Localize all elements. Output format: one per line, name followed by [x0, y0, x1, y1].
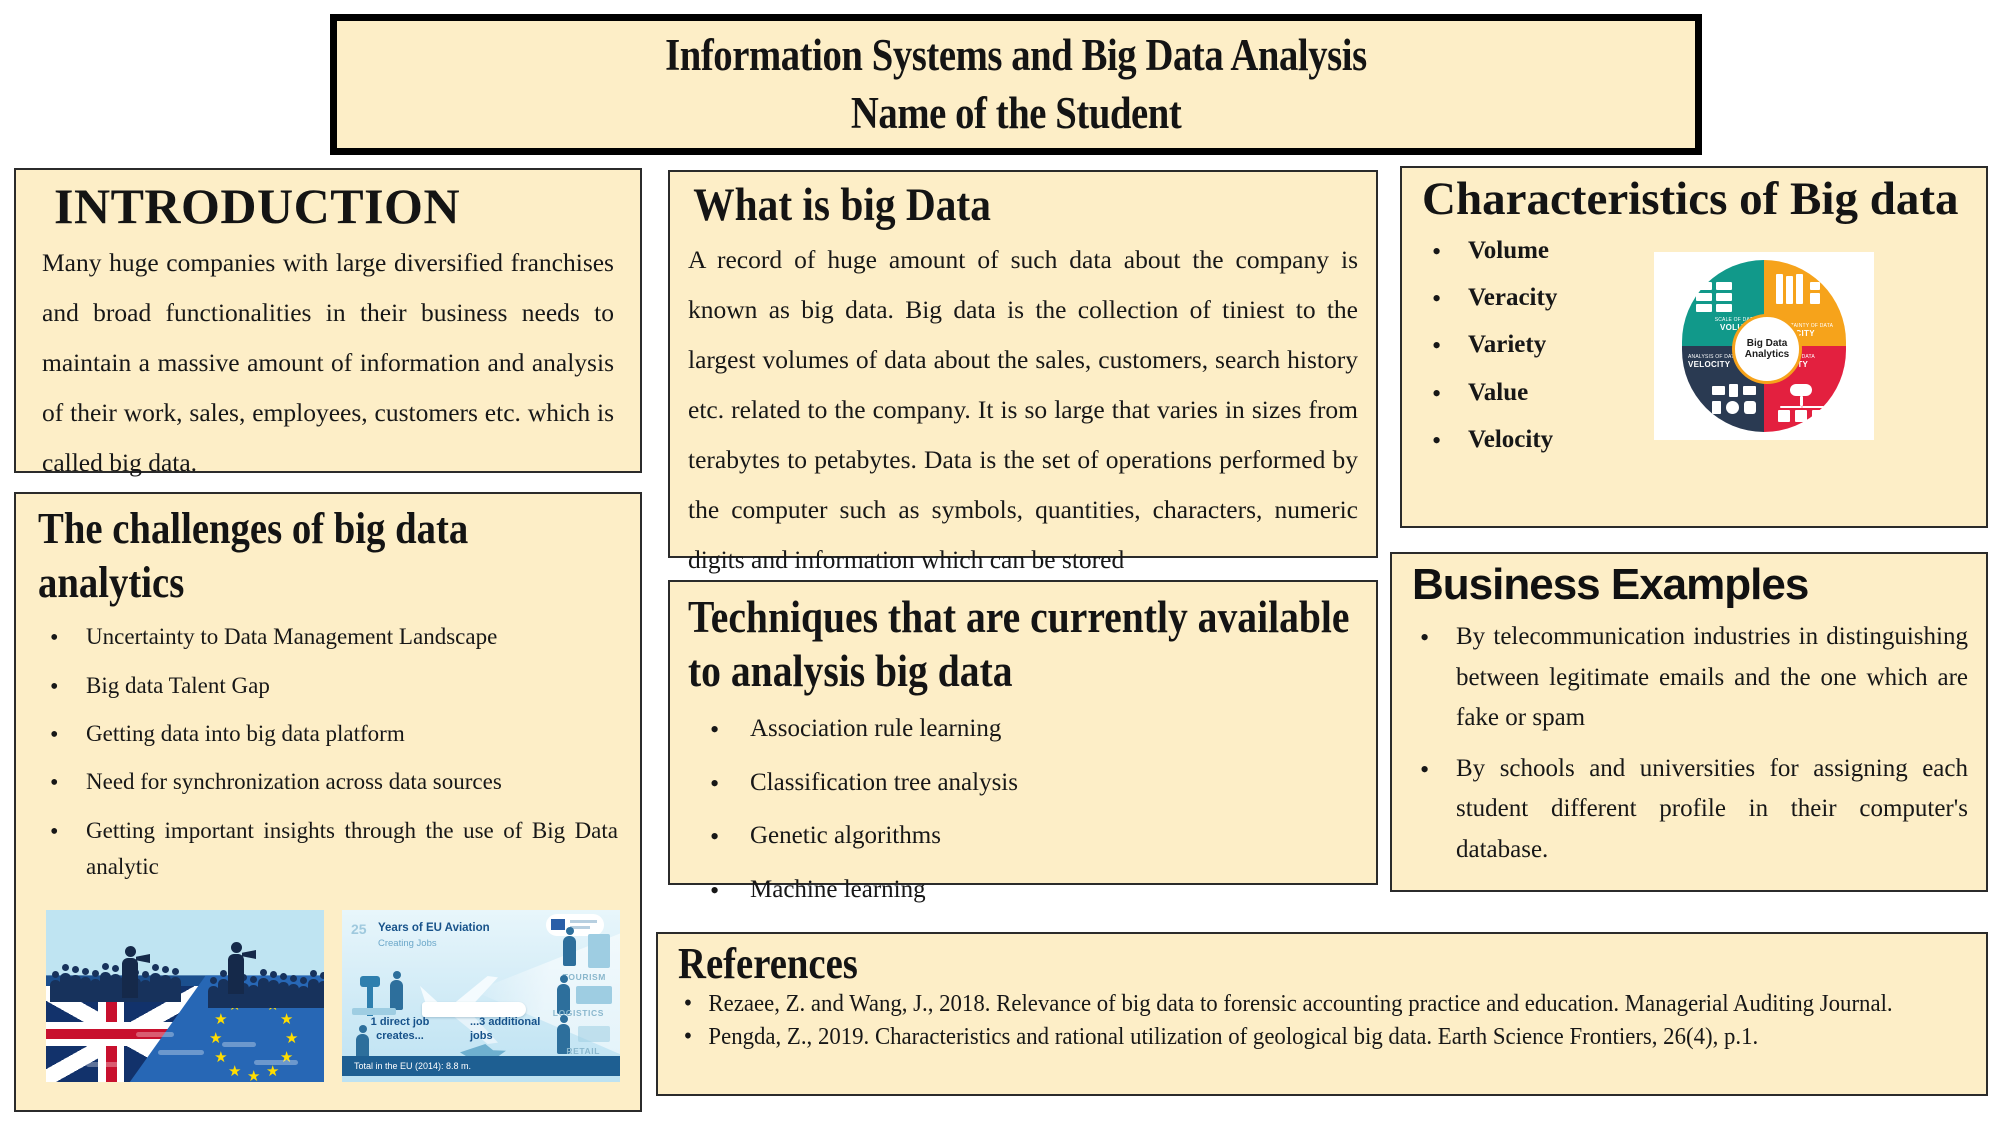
business-examples-panel: Business Examples By telecommunication i…	[1390, 552, 1988, 892]
list-item: By telecommunication industries in disti…	[1410, 617, 1968, 739]
retail-icon	[578, 1026, 610, 1042]
runway-shape	[352, 1008, 396, 1015]
aviation-subtitle: Creating Jobs	[378, 938, 437, 949]
list-item: Pengda, Z., 2019. Characteristics and ra…	[678, 1022, 1993, 1053]
wave-line	[222, 1042, 256, 1047]
business-examples-heading: Business Examples	[1412, 560, 1809, 609]
what-is-big-data-paragraph: A record of huge amount of such data abo…	[688, 245, 1358, 575]
introduction-heading: INTRODUCTION	[54, 178, 461, 234]
challenges-list: Uncertainty to Data Management Landscape…	[38, 619, 618, 885]
crowd-left-group	[50, 963, 181, 1002]
business-examples-list: By telecommunication industries in disti…	[1410, 617, 1968, 870]
poster-title-line-1: Information Systems and Big Data Analysi…	[665, 29, 1367, 80]
list-item: Getting important insights through the u…	[38, 813, 618, 886]
list-item: Need for synchronization across data sou…	[38, 764, 618, 803]
aviation-label-retail: RETAIL	[566, 1046, 600, 1056]
references-heading: References	[678, 939, 858, 988]
speaker-left-figure	[122, 946, 138, 998]
eu-badge-cloud-icon	[546, 914, 604, 936]
brexit-illustration-image: ★★★★★★★★★★★★	[46, 910, 324, 1082]
list-item: Uncertainty to Data Management Landscape	[38, 619, 618, 658]
wave-line	[254, 1060, 298, 1065]
characteristics-heading: Characteristics of Big data	[1422, 173, 1959, 225]
techniques-panel: Techniques that are currently available …	[668, 580, 1378, 909]
person-figure	[563, 927, 576, 966]
list-item: Rezaee, Z. and Wang, J., 2018. Relevance…	[678, 989, 1993, 1020]
eu-stars-icon: ★★★★★★★★★★★★	[209, 994, 299, 1083]
wheel-center-label: Big Data Analytics	[1732, 314, 1802, 384]
person-figure	[390, 971, 403, 1010]
introduction-paragraph: Many huge companies with large diversifi…	[42, 248, 614, 477]
challenges-image-row: ★★★★★★★★★★★★ 25 Years of EU Aviation Cre…	[46, 910, 620, 1082]
aviation-label-tourism: TOURISM	[562, 972, 606, 982]
wheel-center-line-1: Big Data	[1746, 337, 1788, 349]
wheel-center-line-2: Analytics	[1744, 349, 1790, 360]
crowd-right-group	[208, 969, 324, 1008]
wave-line	[86, 1062, 120, 1067]
list-item: Genetic algorithms	[688, 817, 1358, 856]
introduction-panel: INTRODUCTION Many huge companies with la…	[14, 168, 642, 477]
list-item: Machine learning	[688, 871, 1358, 910]
person-figure	[356, 1025, 369, 1058]
challenges-heading: The challenges of big data analytics	[38, 504, 469, 607]
logistics-icon	[576, 986, 612, 1004]
wave-line	[158, 1050, 204, 1055]
aviation-right-text: ...3 additional jobs	[470, 1016, 541, 1042]
references-panel: References Rezaee, Z. and Wang, J., 2018…	[656, 932, 1988, 1096]
wave-line	[136, 1032, 174, 1037]
poster-title-line-2: Name of the Student	[850, 87, 1182, 138]
what-is-big-data-panel: What is big Data A record of huge amount…	[668, 170, 1378, 574]
eu-aviation-infographic-image: 25 Years of EU Aviation Creating Jobs 1 …	[342, 910, 620, 1082]
techniques-heading: Techniques that are currently available …	[688, 592, 1350, 696]
list-item: Classification tree analysis	[688, 764, 1358, 803]
speaker-right-figure	[228, 942, 244, 994]
list-item: Association rule learning	[688, 710, 1358, 749]
building-icon	[588, 934, 610, 968]
what-is-big-data-heading: What is big Data	[693, 179, 991, 231]
techniques-list: Association rule learning Classification…	[688, 710, 1358, 910]
aviation-title: Years of EU Aviation	[378, 922, 490, 934]
aviation-footer-total: Total in the EU (2014): 8.8 m.	[342, 1056, 620, 1076]
list-item: By schools and universities for assignin…	[1410, 749, 1968, 871]
big-data-analytics-wheel-diagram: SCALE OF DATA VOLUME UNCERTAINTY OF DATA…	[1654, 252, 1874, 440]
list-item: Big data Talent Gap	[38, 668, 618, 707]
list-item: Getting data into big data platform	[38, 716, 618, 755]
references-list: Rezaee, Z. and Wang, J., 2018. Relevance…	[678, 989, 1966, 1053]
aviation-badge: 25	[351, 921, 367, 937]
poster-title-banner: Information Systems and Big Data Analysi…	[330, 14, 1702, 155]
wheel-stage: SCALE OF DATA VOLUME UNCERTAINTY OF DATA…	[1682, 260, 1846, 432]
characteristics-panel: Characteristics of Big data Volume Verac…	[1400, 166, 1988, 528]
challenges-panel: The challenges of big data analytics Unc…	[14, 492, 642, 1112]
